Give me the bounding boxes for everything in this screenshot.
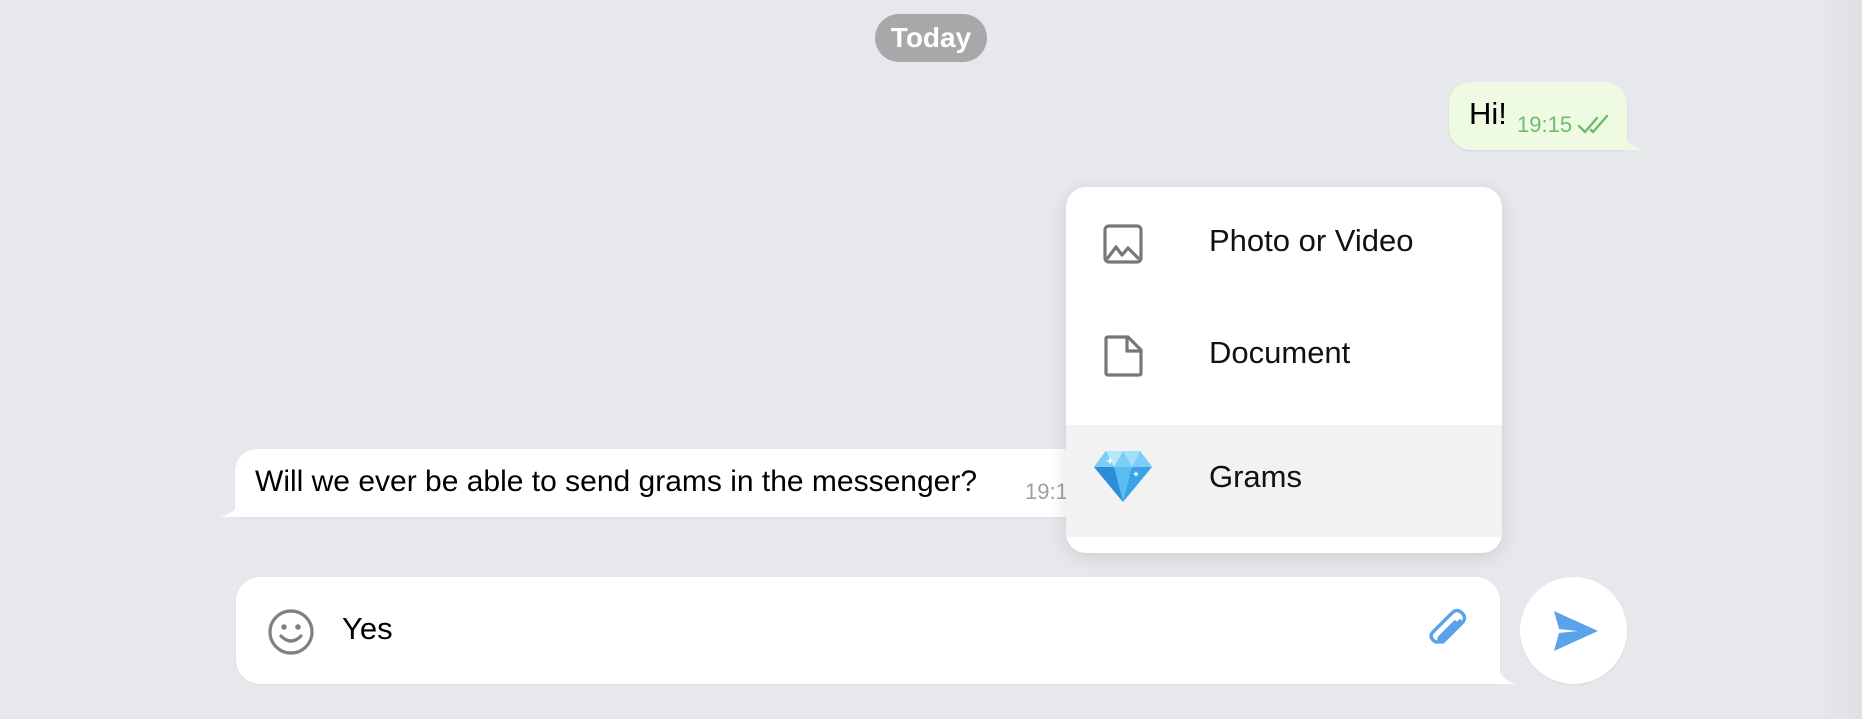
message-text: Hi! xyxy=(1469,96,1507,131)
paperclip-icon[interactable] xyxy=(1424,607,1470,655)
menu-item-label: Document xyxy=(1209,335,1351,370)
bubble-tail xyxy=(1616,134,1644,150)
menu-item-grams[interactable]: Grams xyxy=(1066,425,1502,537)
send-button[interactable] xyxy=(1520,577,1627,684)
diamond-icon xyxy=(1094,451,1152,502)
scrollbar-track[interactable] xyxy=(1814,0,1862,719)
menu-item-label: Photo or Video xyxy=(1209,223,1414,258)
attach-menu: Photo or Video Document Grams xyxy=(1066,187,1502,553)
bubble-tail xyxy=(220,501,248,517)
send-icon xyxy=(1554,611,1598,651)
document-icon xyxy=(1104,335,1143,377)
menu-item-label: Grams xyxy=(1209,459,1302,494)
incoming-message-bubble[interactable]: Will we ever be able to send grams in th… xyxy=(235,449,1095,517)
menu-item-photo-or-video[interactable]: Photo or Video xyxy=(1066,187,1502,299)
message-time: 19:1 xyxy=(1025,479,1068,504)
outgoing-message-bubble[interactable]: Hi! 19:15 xyxy=(1449,82,1627,150)
photo-icon xyxy=(1103,224,1143,264)
menu-item-document[interactable]: Document xyxy=(1066,299,1502,411)
read-checkmarks-icon xyxy=(1577,114,1609,134)
smile-icon[interactable] xyxy=(266,607,316,657)
message-text: Will we ever be able to send grams in th… xyxy=(255,465,978,498)
message-time: 19:15 xyxy=(1517,112,1573,137)
composer-tail xyxy=(1490,668,1516,684)
date-badge: Today xyxy=(875,14,987,62)
message-composer xyxy=(236,577,1500,684)
message-input[interactable] xyxy=(342,607,1342,651)
